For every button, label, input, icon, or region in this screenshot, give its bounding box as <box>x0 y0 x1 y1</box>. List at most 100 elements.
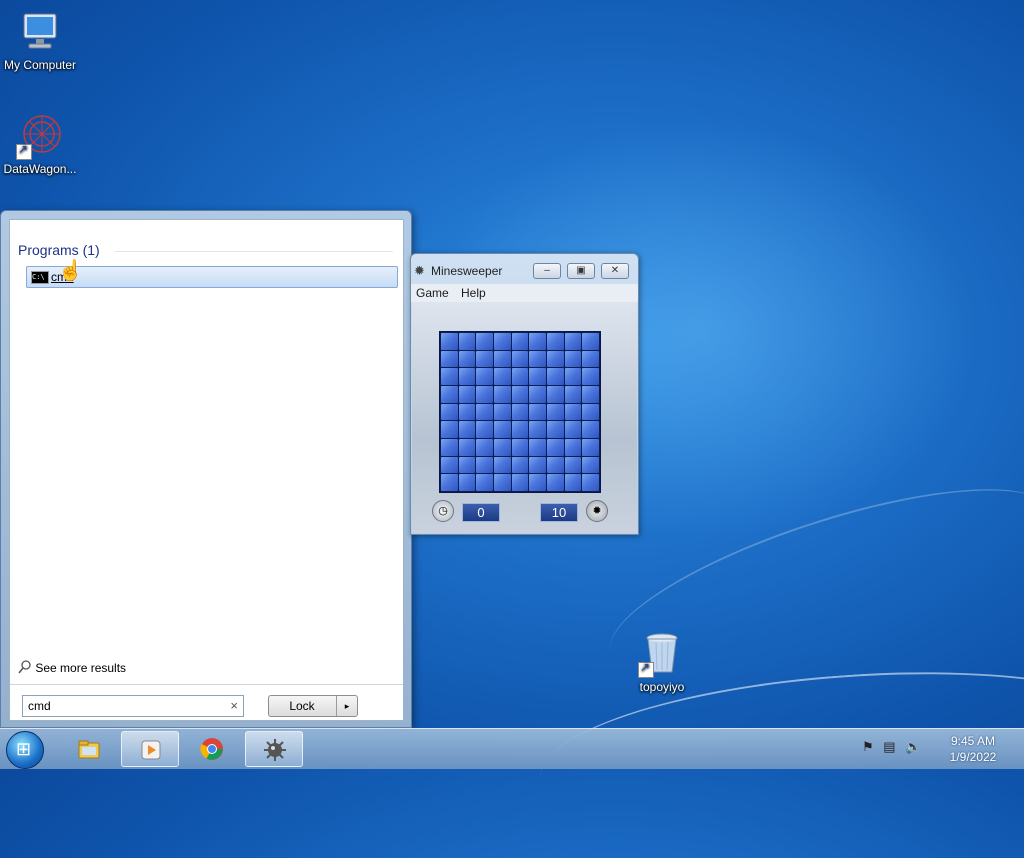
mine-cell[interactable] <box>582 421 599 438</box>
mine-cell[interactable] <box>441 350 458 368</box>
mine-cell[interactable] <box>493 350 511 368</box>
mine-cell[interactable] <box>493 403 511 421</box>
mine-cell[interactable] <box>564 385 582 403</box>
mine-cell[interactable] <box>511 333 529 350</box>
taskbar-media-player[interactable] <box>121 731 179 767</box>
mine-cell[interactable] <box>564 333 582 350</box>
clear-search-icon[interactable]: × <box>230 698 238 713</box>
mine-cell[interactable] <box>476 421 493 438</box>
mine-cell[interactable] <box>582 368 599 385</box>
menu-help[interactable]: Help <box>461 286 486 300</box>
restore-button[interactable]: ▣ <box>567 263 595 279</box>
mine-cell[interactable] <box>546 474 564 491</box>
mine-cell[interactable] <box>529 368 546 385</box>
mine-cell[interactable] <box>476 403 493 421</box>
mine-cell[interactable] <box>441 421 458 438</box>
mine-cell[interactable] <box>458 456 476 474</box>
mine-cell[interactable] <box>476 350 493 368</box>
mine-cell[interactable] <box>458 474 476 491</box>
mine-cell[interactable] <box>458 368 476 385</box>
mine-cell[interactable] <box>529 474 546 491</box>
mine-cell[interactable] <box>582 385 599 403</box>
desktop-icon-datawagon[interactable]: DataWagon... <box>0 112 80 176</box>
mine-cell[interactable] <box>529 421 546 438</box>
lock-button-label[interactable]: Lock <box>269 699 335 713</box>
mine-cell[interactable] <box>582 403 599 421</box>
mine-cell[interactable] <box>564 456 582 474</box>
taskbar-chrome[interactable] <box>183 731 241 767</box>
mine-cell[interactable] <box>458 350 476 368</box>
mine-cell[interactable] <box>458 403 476 421</box>
mine-cell[interactable] <box>441 438 458 456</box>
power-options-arrow-icon[interactable]: ▸ <box>336 696 357 716</box>
mine-cell[interactable] <box>564 368 582 385</box>
mine-cell[interactable] <box>476 456 493 474</box>
mine-cell[interactable] <box>546 385 564 403</box>
mine-cell[interactable] <box>476 368 493 385</box>
mine-cell[interactable] <box>441 368 458 385</box>
mine-cell[interactable] <box>564 350 582 368</box>
mine-cell[interactable] <box>582 333 599 350</box>
taskbar-explorer[interactable] <box>60 731 118 767</box>
menu-game[interactable]: Game <box>416 286 449 300</box>
mine-cell[interactable] <box>441 385 458 403</box>
minesweeper-titlebar[interactable]: ✹ Minesweeper – ▣ ✕ <box>411 254 638 284</box>
mine-cell[interactable] <box>441 333 458 350</box>
action-center-flag-icon[interactable]: ⚑ <box>862 739 874 754</box>
mine-cell[interactable] <box>546 456 564 474</box>
mine-cell[interactable] <box>493 421 511 438</box>
mine-cell[interactable] <box>476 474 493 491</box>
mine-cell[interactable] <box>441 456 458 474</box>
mine-cell[interactable] <box>493 385 511 403</box>
mine-cell[interactable] <box>458 421 476 438</box>
mine-cell[interactable] <box>458 385 476 403</box>
mine-cell[interactable] <box>511 368 529 385</box>
mine-cell[interactable] <box>476 438 493 456</box>
mine-cell[interactable] <box>511 474 529 491</box>
mine-cell[interactable] <box>511 421 529 438</box>
mine-cell[interactable] <box>458 438 476 456</box>
mine-cell[interactable] <box>529 438 546 456</box>
mine-cell[interactable] <box>529 333 546 350</box>
taskbar-clock[interactable]: 9:45 AM 1/9/2022 <box>938 733 1008 765</box>
mine-cell[interactable] <box>564 421 582 438</box>
mine-cell[interactable] <box>511 456 529 474</box>
mine-cell[interactable] <box>546 333 564 350</box>
mine-cell[interactable] <box>441 474 458 491</box>
mine-cell[interactable] <box>529 350 546 368</box>
mine-cell[interactable] <box>546 438 564 456</box>
mine-cell[interactable] <box>476 333 493 350</box>
mine-cell[interactable] <box>582 474 599 491</box>
mine-cell[interactable] <box>546 350 564 368</box>
network-icon[interactable]: ▤ <box>883 739 895 754</box>
volume-icon[interactable]: 🔈 <box>905 739 921 754</box>
mine-cell[interactable] <box>546 421 564 438</box>
close-button[interactable]: ✕ <box>601 263 629 279</box>
mine-cell[interactable] <box>493 333 511 350</box>
mine-cell[interactable] <box>582 456 599 474</box>
mine-cell[interactable] <box>546 403 564 421</box>
mine-cell[interactable] <box>441 403 458 421</box>
mine-cell[interactable] <box>546 368 564 385</box>
start-button[interactable]: ⊞ <box>6 731 44 769</box>
see-more-results-link[interactable]: See more results <box>18 660 126 675</box>
mine-cell[interactable] <box>564 403 582 421</box>
mine-cell[interactable] <box>493 438 511 456</box>
mine-cell[interactable] <box>511 438 529 456</box>
minimize-button[interactable]: – <box>533 263 561 279</box>
desktop-icon-my-computer[interactable]: My Computer <box>0 8 80 72</box>
power-button[interactable]: Lock ▸ <box>268 695 358 717</box>
mine-cell[interactable] <box>493 474 511 491</box>
mine-cell[interactable] <box>511 385 529 403</box>
mine-cell[interactable] <box>564 438 582 456</box>
mine-cell[interactable] <box>529 456 546 474</box>
mine-cell[interactable] <box>511 403 529 421</box>
mine-cell[interactable] <box>458 333 476 350</box>
start-search-input[interactable]: cmd × <box>22 695 244 717</box>
mine-cell[interactable] <box>529 385 546 403</box>
mine-cell[interactable] <box>582 438 599 456</box>
mine-cell[interactable] <box>529 403 546 421</box>
mine-cell[interactable] <box>564 474 582 491</box>
mine-cell[interactable] <box>476 385 493 403</box>
mine-cell[interactable] <box>511 350 529 368</box>
